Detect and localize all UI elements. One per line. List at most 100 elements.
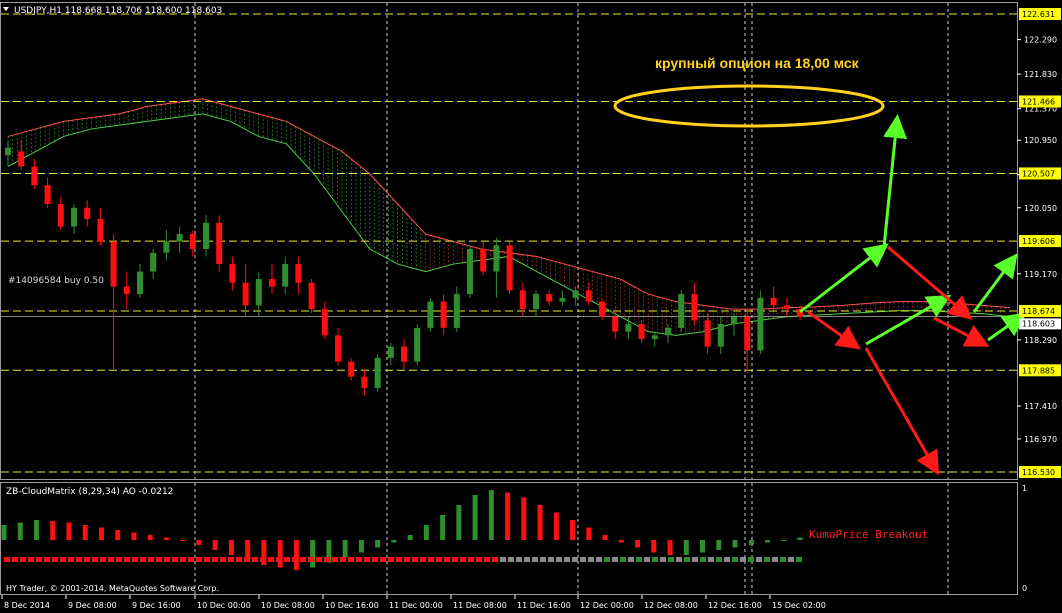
signal-dot — [452, 557, 458, 562]
oscillator-bar — [33, 520, 39, 540]
oscillator-bar — [212, 540, 218, 550]
signal-dot — [324, 557, 330, 562]
candle-body — [242, 282, 249, 306]
signal-dot — [716, 557, 722, 562]
candle[interactable] — [506, 241, 513, 295]
candle-body — [770, 297, 777, 306]
price-tick-label: 120.950 — [1024, 136, 1057, 145]
candle-body — [572, 290, 579, 298]
oscillator-bar — [310, 540, 316, 568]
signal-dot — [476, 557, 482, 562]
oscillator-bar — [797, 537, 803, 540]
oscillator-bar — [163, 537, 169, 540]
signal-dot — [268, 557, 274, 562]
signal-dot — [404, 557, 410, 562]
signal-dot — [668, 557, 674, 562]
oscillator-bar — [781, 540, 787, 541]
signal-dot — [500, 557, 506, 562]
kumo-breakout-label: KumoPrice Breakout — [809, 528, 928, 541]
oscillator-bar — [667, 540, 673, 555]
signal-dot — [708, 557, 714, 562]
price-level-label: 117.885 — [1022, 366, 1055, 375]
signal-dot — [260, 557, 266, 562]
candle-body — [744, 316, 751, 351]
candle-body — [110, 241, 117, 287]
signal-dot — [356, 557, 362, 562]
candle-body — [123, 286, 130, 295]
candle-body — [414, 327, 421, 362]
candle-body — [295, 264, 302, 283]
oscillator-bar — [472, 495, 478, 540]
oscillator-bar — [748, 540, 754, 545]
signal-dot — [612, 557, 618, 562]
signal-dot — [68, 557, 74, 562]
signal-dot — [428, 557, 434, 562]
oscillator-bar — [700, 540, 706, 553]
candle-body — [559, 297, 566, 302]
price-level-label: 122.631 — [1022, 10, 1055, 19]
signal-dot — [340, 557, 346, 562]
signal-dot — [756, 557, 762, 562]
signal-dot — [556, 557, 562, 562]
signal-dot — [644, 557, 650, 562]
oscillator-bar — [407, 535, 413, 540]
candle-body — [44, 185, 51, 205]
candle[interactable] — [216, 215, 223, 272]
oscillator-bar — [147, 535, 153, 540]
oscillator-bar — [98, 527, 104, 540]
candle-body — [163, 241, 170, 253]
oscillator-bar — [82, 525, 88, 540]
price-tick-label: 122.290 — [1024, 36, 1057, 45]
signal-dot — [780, 557, 786, 562]
usdjpy-h1-chart[interactable]: USDJPY,H1 118.668 118.706 118.600 118.60… — [0, 0, 1062, 613]
copyright-text: HY Trader, © 2001-2014, MetaQuotes Softw… — [6, 584, 219, 593]
candle[interactable] — [757, 290, 764, 355]
candle-body — [467, 249, 473, 295]
time-tick-label: 15 Dec 02:00 — [772, 601, 826, 610]
signal-dot — [252, 557, 258, 562]
candle-body — [308, 282, 315, 310]
oscillator-bar — [586, 527, 592, 540]
signal-dot — [276, 557, 282, 562]
candle[interactable] — [427, 297, 434, 332]
signal-dot — [156, 557, 162, 562]
price-level-label: 121.466 — [1022, 97, 1055, 106]
oscillator-bar — [131, 532, 137, 540]
candle[interactable] — [467, 245, 473, 298]
price-tick-label: 119.170 — [1024, 270, 1057, 279]
signal-dot — [620, 557, 626, 562]
signal-dot — [212, 557, 218, 562]
signal-dot — [124, 557, 130, 562]
signal-dot — [108, 557, 114, 562]
oscillator-bar — [635, 540, 641, 548]
candle-body — [255, 279, 262, 306]
oscillator-bar — [440, 515, 446, 540]
candle-body — [387, 346, 394, 358]
signal-dot — [724, 557, 730, 562]
signal-dot — [316, 557, 322, 562]
signal-dot — [740, 557, 746, 562]
signal-dot — [460, 557, 466, 562]
time-tick-label: 10 Dec 08:00 — [261, 601, 315, 610]
oscillator-bar — [716, 540, 722, 550]
signal-dot — [76, 557, 82, 562]
signal-dot — [492, 557, 498, 562]
oscillator-bar — [651, 540, 657, 553]
price-level-label: 116.530 — [1022, 468, 1055, 477]
candle[interactable] — [414, 324, 421, 366]
oscillator-bar — [765, 540, 771, 543]
oscillator-bar — [618, 540, 624, 543]
signal-dot — [796, 557, 802, 562]
candle-body — [176, 234, 183, 242]
signal-dot — [652, 557, 658, 562]
candle[interactable] — [308, 279, 315, 313]
signal-dot — [580, 557, 586, 562]
oscillator-bar — [115, 530, 121, 540]
candle-body — [137, 271, 143, 295]
candle[interactable] — [678, 290, 685, 332]
signal-dot — [132, 557, 138, 562]
candle[interactable] — [374, 354, 381, 392]
candle-body — [84, 207, 91, 220]
symbol-header: USDJPY,H1 118.668 118.706 118.600 118.60… — [14, 6, 222, 16]
signal-dot — [180, 557, 186, 562]
